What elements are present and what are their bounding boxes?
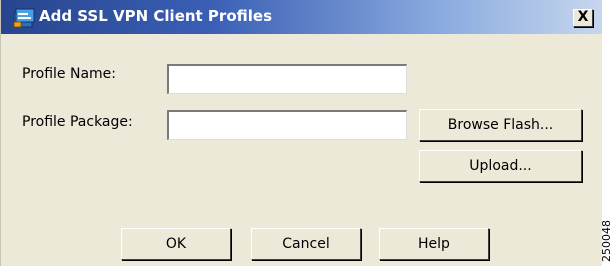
dialog-title: Add SSL VPN Client Profiles bbox=[39, 7, 272, 25]
close-icon: X bbox=[577, 9, 589, 25]
app-icon bbox=[13, 8, 35, 28]
close-button[interactable]: X bbox=[573, 9, 593, 27]
profile-name-input[interactable] bbox=[167, 64, 407, 94]
ok-button[interactable]: OK bbox=[121, 228, 231, 260]
help-button[interactable]: Help bbox=[379, 228, 489, 260]
profile-name-label: Profile Name: bbox=[22, 66, 117, 82]
cancel-button[interactable]: Cancel bbox=[251, 228, 361, 260]
figure-id-label: 250048 bbox=[600, 220, 613, 262]
title-bar: Add SSL VPN Client Profiles X bbox=[1, 0, 602, 34]
profile-package-input[interactable] bbox=[167, 110, 407, 140]
upload-button[interactable]: Upload... bbox=[419, 150, 582, 182]
add-ssl-vpn-client-profiles-dialog: Add SSL VPN Client Profiles X Profile Na… bbox=[0, 0, 602, 266]
profile-package-label: Profile Package: bbox=[22, 114, 133, 130]
browse-flash-button[interactable]: Browse Flash... bbox=[419, 109, 582, 141]
